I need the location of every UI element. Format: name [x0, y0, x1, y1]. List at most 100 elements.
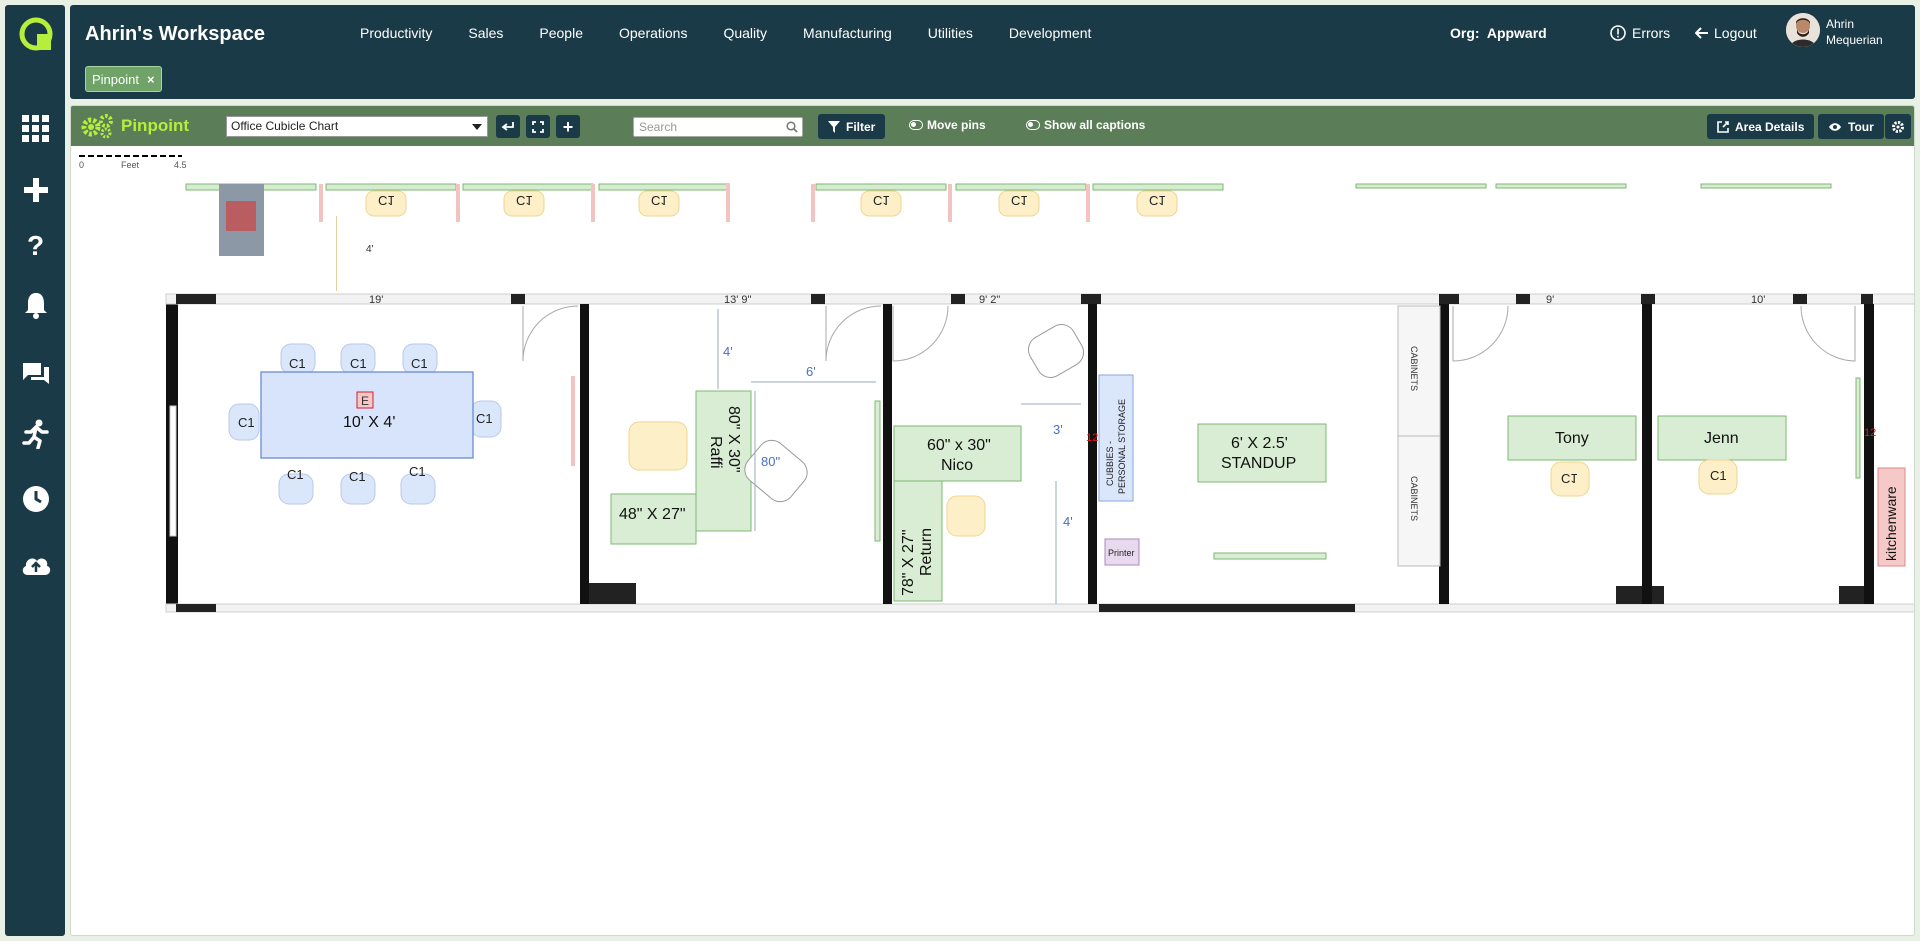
return-name: Return — [918, 528, 935, 576]
open-tab-chip-pinpoint[interactable]: Pinpoint × — [85, 66, 162, 92]
area-details-button[interactable]: Area Details — [1707, 114, 1815, 139]
add-icon[interactable] — [20, 174, 52, 206]
running-activity-icon[interactable] — [20, 418, 52, 450]
red-marker: 12 — [1864, 427, 1876, 439]
gear-icon — [1892, 120, 1904, 133]
add-pin-button[interactable]: + — [556, 115, 580, 138]
nav-people[interactable]: People — [539, 25, 583, 41]
nav-sales[interactable]: Sales — [468, 25, 503, 41]
close-icon[interactable]: × — [147, 72, 155, 87]
standup-size: 6' X 2.5' — [1231, 435, 1288, 452]
desk-jenn-name: Jenn — [1704, 430, 1739, 447]
org-indicator[interactable]: Org: Appward — [1450, 25, 1547, 41]
nico-office: 60" x 30" Nico 78" X 27" Return 3' 4' 12 — [893, 324, 1098, 604]
dim-label: 13' 9" — [724, 294, 752, 306]
raffi-office: 80" X 30" Raffi 48" X 27" 4' 6' 80" — [610, 309, 881, 545]
chat-icon[interactable] — [20, 358, 52, 390]
chip-label: Pinpoint — [92, 71, 139, 87]
chair-label: C1 — [411, 356, 428, 371]
logout-label: Logout — [1714, 25, 1757, 41]
search-icon — [786, 121, 798, 136]
left-rail: ? — [5, 5, 65, 936]
tour-button[interactable]: Tour — [1818, 114, 1884, 139]
chair-label: C1 — [409, 464, 426, 479]
chair-label: C1 — [1710, 468, 1727, 483]
nav-productivity[interactable]: Productivity — [360, 25, 432, 41]
chart-select[interactable]: Office Cubicle Chart — [226, 116, 488, 137]
dim-label: 9' 2" — [979, 294, 1000, 306]
chair-label: C1 — [1561, 471, 1578, 486]
dim-label: 19' — [369, 294, 383, 306]
gears-icon — [81, 112, 115, 145]
errors-button[interactable]: Errors — [1610, 25, 1670, 41]
chart-select-value: Office Cubicle Chart — [231, 119, 339, 133]
chair-label: C1 — [289, 356, 306, 371]
funnel-icon — [828, 120, 840, 133]
cloud-upload-icon[interactable] — [20, 548, 52, 580]
eye-icon — [1829, 122, 1841, 131]
appward-logo-icon[interactable] — [19, 15, 53, 55]
apps-grid-icon[interactable] — [20, 113, 52, 145]
help-icon[interactable]: ? — [20, 229, 52, 261]
area-details-label: Area Details — [1735, 119, 1805, 134]
nav-development[interactable]: Development — [1009, 25, 1092, 41]
pinpoint-panel: Pinpoint Office Cubicle Chart + Search F… — [70, 105, 1915, 936]
cabinet-label: CABINETS — [1409, 346, 1419, 391]
chair-label: C1 — [287, 467, 304, 482]
floorplan-canvas[interactable]: 0 Feet 4.5 C1 C1 C1 C1 C1 C1 4' 19' 13' … — [71, 146, 1914, 935]
nav-quality[interactable]: Quality — [723, 25, 767, 41]
cubbies-label-1: CUBBIES - — [1105, 441, 1115, 486]
show-captions-toggle[interactable]: Show all captions — [1026, 118, 1145, 132]
desk-nico-size: 60" x 30" — [927, 437, 991, 454]
move-pins-toggle[interactable]: Move pins — [909, 118, 986, 132]
dim-label: 10' — [1751, 294, 1765, 306]
logout-button[interactable]: Logout — [1695, 25, 1757, 41]
return-size: 78" X 27" — [900, 529, 917, 596]
standup-desk[interactable] — [1197, 423, 1327, 483]
cubbies-label-2: PERSONAL STORAGE — [1117, 399, 1127, 494]
show-captions-label: Show all captions — [1044, 118, 1146, 132]
filter-button[interactable]: Filter — [818, 114, 886, 139]
scale-bar: 0 Feet 4.5 — [79, 155, 187, 170]
chair-label: C1 — [349, 469, 366, 484]
desk-raffi-name: Raffi — [707, 436, 724, 469]
plus-icon: + — [562, 116, 574, 137]
tony-jenn-offices: Tony C1 Jenn C1 12 kitchenware — [1507, 377, 1906, 567]
dim-label: 80" — [761, 454, 780, 469]
return-arrow-icon — [501, 121, 514, 131]
scale-end: 4.5 — [174, 160, 187, 170]
tour-label: Tour — [1848, 119, 1874, 134]
main-nav: Productivity Sales People Operations Qua… — [360, 25, 1127, 41]
nav-manufacturing[interactable]: Manufacturing — [803, 25, 892, 41]
notifications-bell-icon[interactable] — [20, 289, 52, 321]
chair-label: C1 — [378, 193, 395, 208]
chair-label: C1 — [1149, 193, 1166, 208]
desk-48x27-label: 48" X 27" — [619, 506, 686, 523]
standup-label: STANDUP — [1221, 455, 1296, 472]
alert-circle-icon — [1610, 25, 1626, 41]
svg-text:?: ? — [27, 231, 44, 259]
edit-external-icon — [1717, 120, 1729, 133]
user-name: Ahrin Mequerian — [1826, 17, 1883, 47]
top-cubicle-row: C1 C1 C1 C1 C1 C1 4' — [185, 183, 1832, 291]
undo-button[interactable] — [496, 115, 520, 138]
cabinet-label: CABINETS — [1409, 476, 1419, 521]
red-marker: 12 — [1086, 432, 1098, 444]
toggle-icon — [909, 120, 923, 130]
conference-room: C1 C1 C1 C1 C1 C1 C1 C1 E 10' X 4' — [228, 343, 575, 505]
pinpoint-title: Pinpoint — [121, 116, 189, 135]
chair-label: C1 — [238, 415, 255, 430]
dim-label: 9' — [1546, 294, 1554, 306]
printer-label: Printer — [1108, 548, 1135, 558]
fullscreen-button[interactable] — [526, 115, 550, 138]
dim-label: 4' — [1063, 514, 1073, 529]
user-avatar[interactable] — [1786, 13, 1820, 47]
clock-history-icon[interactable] — [20, 483, 52, 515]
nav-operations[interactable]: Operations — [619, 25, 687, 41]
org-label: Org: — [1450, 25, 1480, 41]
search-input[interactable]: Search — [633, 117, 803, 137]
settings-button[interactable] — [1885, 114, 1911, 139]
floorplan-svg: 0 Feet 4.5 C1 C1 C1 C1 C1 C1 4' 19' 13' … — [79, 155, 1914, 613]
nav-utilities[interactable]: Utilities — [928, 25, 973, 41]
conference-table-label: 10' X 4' — [343, 414, 395, 431]
